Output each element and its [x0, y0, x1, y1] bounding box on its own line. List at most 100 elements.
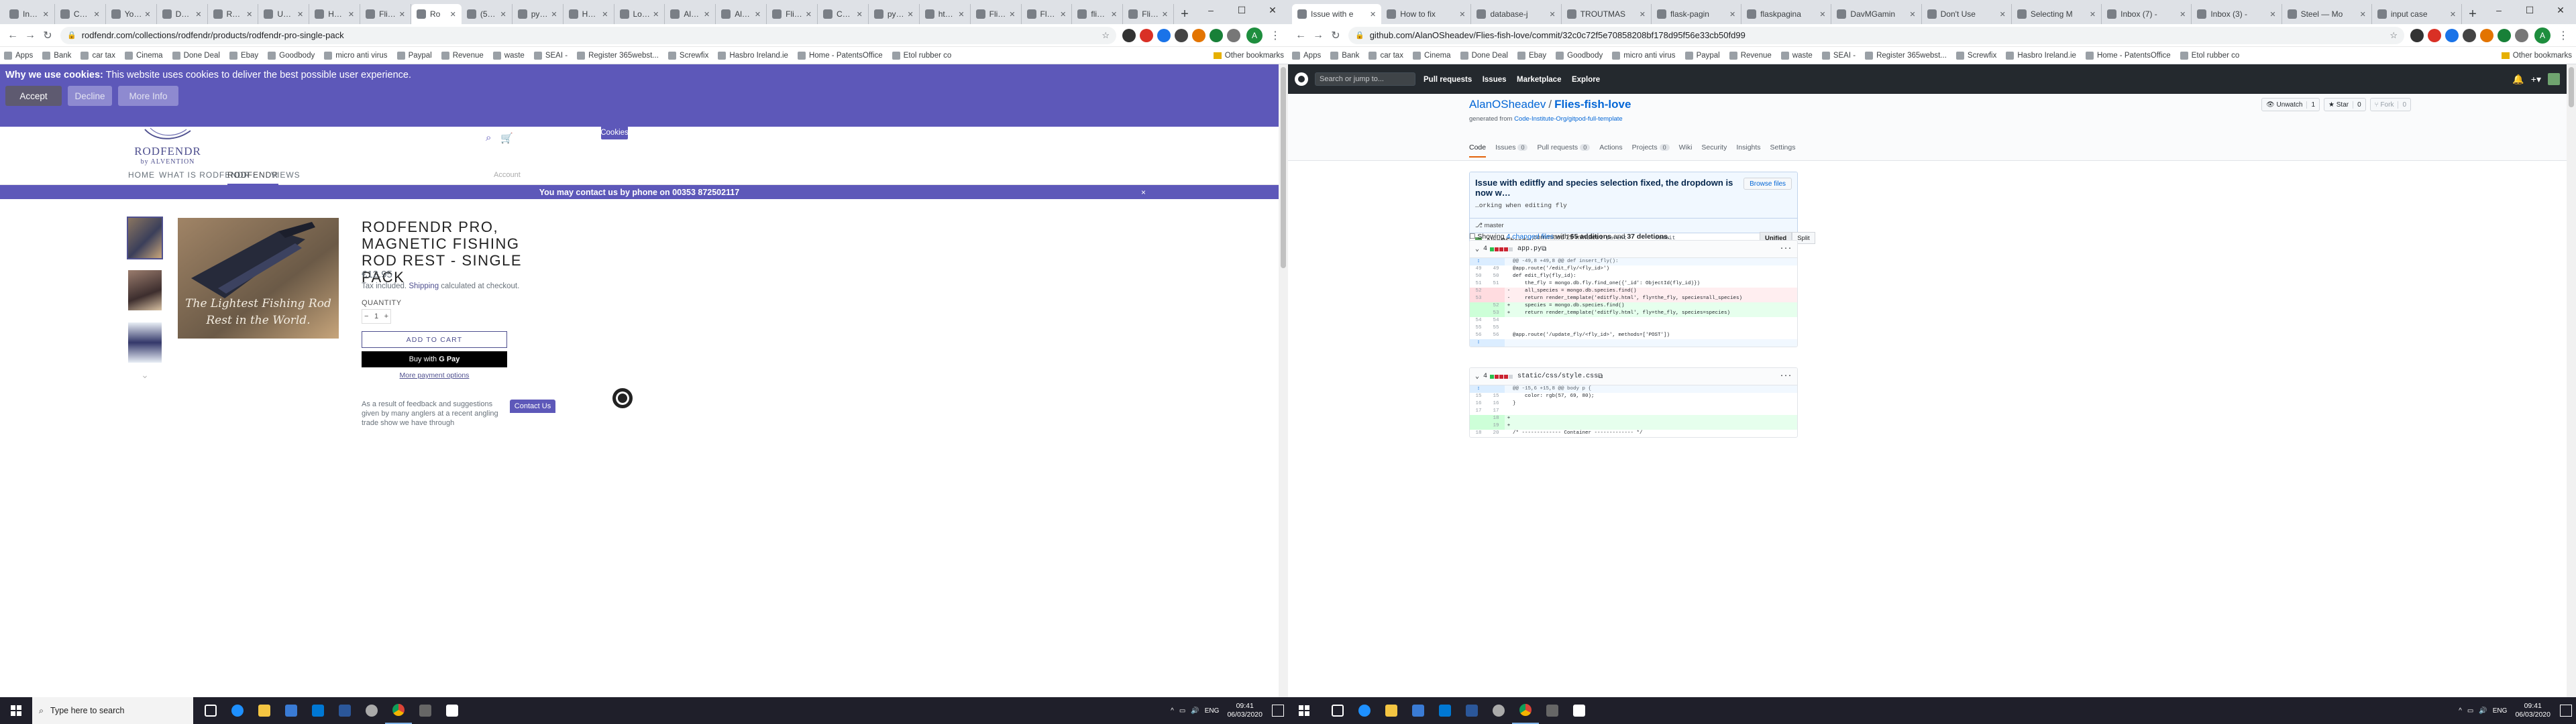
bookmark-star-icon[interactable]: ☆ — [1102, 30, 1110, 41]
repo-tab-pull-requests[interactable]: Pull requests 0 — [1537, 143, 1591, 158]
tab-close-icon[interactable]: ✕ — [958, 10, 964, 19]
add-to-cart-button[interactable]: ADD TO CART — [362, 331, 507, 348]
minimize-button[interactable]: – — [2483, 0, 2514, 20]
tab-close-icon[interactable]: ✕ — [653, 10, 659, 19]
tab-close-icon[interactable]: ✕ — [2450, 10, 2456, 19]
product-thumbnail[interactable] — [128, 270, 162, 310]
tab-close-icon[interactable]: ✕ — [195, 10, 201, 19]
extension-icon[interactable] — [1175, 28, 1188, 42]
other-bookmarks[interactable]: Other bookmarks — [2501, 52, 2572, 60]
nav-explore[interactable]: Explore — [1572, 76, 1600, 84]
bookmark-item[interactable]: Cinema — [124, 51, 163, 60]
page-scrollbar[interactable] — [1279, 64, 1288, 697]
cookies-settings-button[interactable]: Cookies — [600, 126, 629, 139]
cart-icon[interactable]: 🛒 — [500, 132, 513, 144]
extension-icon[interactable] — [2428, 28, 2441, 42]
forward-icon[interactable]: → — [1309, 27, 1327, 44]
store-icon[interactable] — [278, 697, 305, 724]
volume-icon[interactable]: 🔊 — [1191, 707, 1199, 715]
quantity-decrease-icon[interactable]: − — [364, 312, 368, 320]
bookmark-item[interactable]: Etol rubber co — [2180, 51, 2239, 60]
reload-icon[interactable]: ↻ — [39, 27, 56, 44]
bookmark-item[interactable]: micro anti virus — [1612, 51, 1676, 60]
nav-home[interactable]: HOME — [128, 170, 155, 180]
bookmark-item[interactable]: Screwfix — [667, 51, 708, 60]
tab-close-icon[interactable]: ✕ — [2180, 10, 2186, 19]
bookmark-item[interactable]: micro anti virus — [324, 51, 388, 60]
bookmark-item[interactable]: Paypal — [396, 51, 432, 60]
bookmark-item[interactable]: Goodbody — [1556, 51, 1603, 60]
browser-tab[interactable]: Logo ✕ — [614, 4, 665, 24]
browser-tab[interactable]: TROUTMAS ✕ — [1562, 4, 1652, 24]
more-payment-options-link[interactable]: More payment options — [362, 371, 507, 379]
browser-tab[interactable]: HTML✕ — [309, 4, 361, 24]
browser-tab[interactable]: Data i✕ — [157, 4, 208, 24]
extension-icon[interactable] — [1122, 28, 1136, 42]
minimize-button[interactable]: – — [1195, 0, 1226, 20]
bookmark-item[interactable]: Goodbody — [268, 51, 315, 60]
nav-pull-requests[interactable]: Pull requests — [1424, 76, 1472, 84]
extension-icon[interactable] — [1192, 28, 1205, 42]
back-icon[interactable]: ← — [4, 27, 21, 44]
bookmark-item[interactable]: Screwfix — [1955, 51, 1996, 60]
menu-kebab-icon[interactable]: ⋮ — [1267, 27, 1284, 44]
bookmark-item[interactable]: Done Deal — [172, 51, 220, 60]
bookmark-item[interactable]: Paypal — [1684, 51, 1720, 60]
browser-tab[interactable]: Alvent✕ — [665, 4, 716, 24]
task-view-icon[interactable] — [1324, 697, 1351, 724]
tab-close-icon[interactable]: ✕ — [551, 10, 557, 19]
browser-tab[interactable]: Inbox (3) - ✕ — [2192, 4, 2282, 24]
repo-name-link[interactable]: Flies-fish-love — [1554, 98, 1631, 111]
quantity-value[interactable]: 1 — [374, 312, 378, 320]
tab-close-icon[interactable]: ✕ — [246, 10, 252, 19]
contact-us-button[interactable]: Contact Us — [510, 400, 555, 413]
extension-icon[interactable] — [1210, 28, 1223, 42]
bookmark-item[interactable]: Bank — [42, 51, 71, 60]
scrollbar-thumb[interactable] — [1281, 67, 1286, 268]
chevron-down-icon[interactable]: ⌄ — [1475, 373, 1479, 381]
diff-file-name[interactable]: static/css/style.css — [1517, 373, 1598, 380]
maximize-button[interactable]: ☐ — [1226, 0, 1257, 20]
photos-icon[interactable] — [439, 697, 466, 724]
close-window-button[interactable]: ✕ — [2545, 0, 2576, 20]
file-explorer-icon[interactable] — [1378, 697, 1405, 724]
chrome-icon[interactable] — [1512, 697, 1539, 724]
browser-tab[interactable]: Flex -✕ — [1022, 4, 1073, 24]
new-tab-button[interactable]: + — [2462, 4, 2483, 24]
browser-tab[interactable]: AlanO✕ — [716, 4, 767, 24]
tab-close-icon[interactable]: ✕ — [602, 10, 608, 19]
tab-close-icon[interactable]: ✕ — [1370, 10, 1376, 19]
tab-close-icon[interactable]: ✕ — [1729, 10, 1735, 19]
browser-tab[interactable]: html -✕ — [920, 4, 971, 24]
chat-widget-icon[interactable] — [612, 388, 633, 408]
repo-tab-settings[interactable]: Settings — [1770, 143, 1796, 158]
close-window-button[interactable]: ✕ — [1257, 0, 1288, 20]
bookmark-item[interactable]: car tax — [1368, 51, 1403, 60]
account-link[interactable]: Account — [494, 171, 521, 179]
chevron-down-icon[interactable]: ⌄ — [1475, 245, 1479, 253]
task-view-icon[interactable] — [197, 697, 224, 724]
windows-start-icon[interactable] — [0, 697, 32, 724]
notifications-icon[interactable] — [1272, 705, 1284, 717]
bookmark-item[interactable]: Register 365webst... — [577, 51, 659, 60]
browser-tab[interactable]: Ro ✕ — [411, 4, 462, 24]
bookmark-item[interactable]: Register 365webst... — [1865, 51, 1947, 60]
bookmark-item[interactable]: SEAI - — [533, 51, 568, 60]
browser-tab[interactable]: flies-f✕ — [1072, 4, 1124, 24]
expand-lines-icon[interactable]: ↕ — [1470, 385, 1487, 393]
settings-gear-icon[interactable] — [1485, 697, 1512, 724]
tab-close-icon[interactable]: ✕ — [1459, 10, 1465, 19]
tab-close-icon[interactable]: ✕ — [500, 10, 506, 19]
notifications-icon[interactable] — [2560, 705, 2572, 717]
browser-tab[interactable]: Flies F✕ — [971, 4, 1022, 24]
taskbar-clock[interactable]: 09:41 06/03/2020 — [2515, 702, 2551, 719]
menu-kebab-icon[interactable]: ⋮ — [2555, 27, 2572, 44]
thumbnails-down-icon[interactable]: ⌄ — [128, 369, 162, 381]
mail-icon[interactable] — [305, 697, 331, 724]
site-logo[interactable]: RODFENDR by ALVENTION — [134, 127, 201, 166]
reload-icon[interactable]: ↻ — [1327, 27, 1344, 44]
browser-tab[interactable]: Home✕ — [564, 4, 614, 24]
browser-tab[interactable]: input case ✕ — [2372, 4, 2463, 24]
page-scrollbar[interactable] — [2567, 64, 2576, 697]
tab-close-icon[interactable]: ✕ — [1549, 10, 1555, 19]
